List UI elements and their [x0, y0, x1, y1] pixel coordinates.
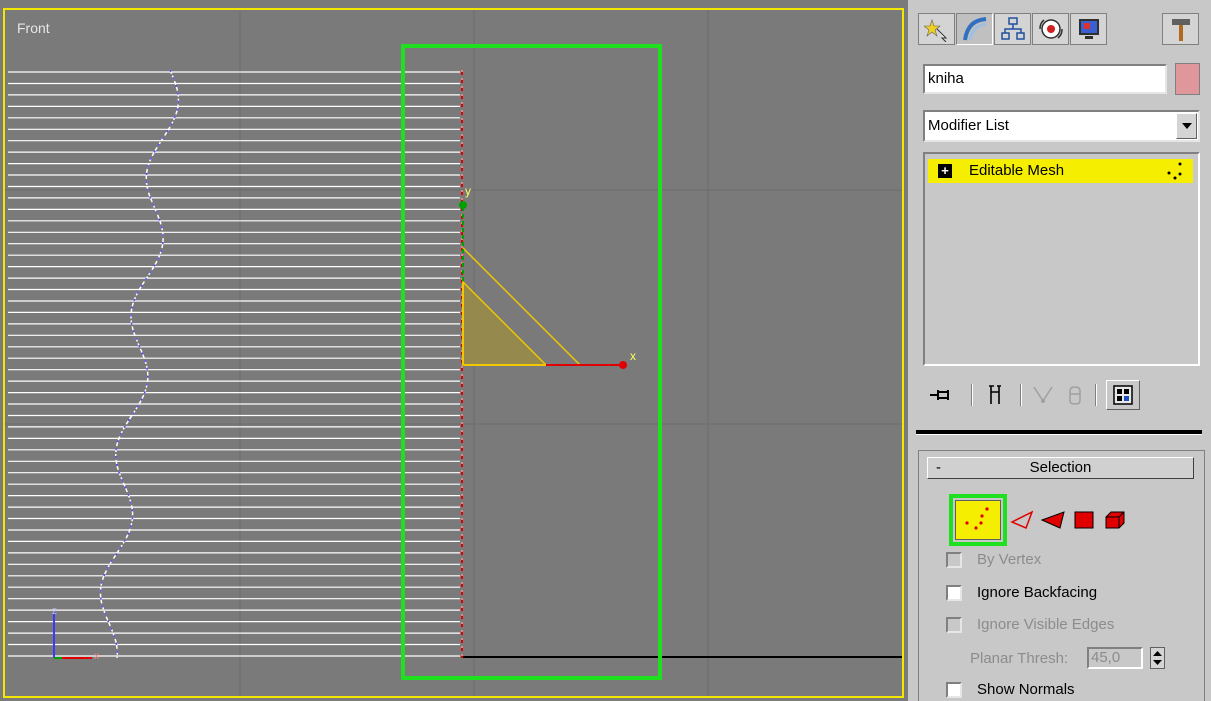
- planar-thresh-input[interactable]: 45,0: [1087, 647, 1143, 669]
- create-tab[interactable]: [918, 13, 955, 45]
- remove-modifier-icon[interactable]: [1063, 380, 1087, 410]
- stack-item-editable-mesh[interactable]: + Editable Mesh: [928, 159, 1193, 183]
- by-vertex-checkbox[interactable]: [946, 552, 962, 568]
- utilities-tab[interactable]: [1162, 13, 1199, 45]
- selection-rollout: - Selection By Vertex Ignore Backfacing …: [918, 450, 1205, 701]
- wavy-spine-curve: [99, 69, 180, 659]
- hammer-icon: [1171, 19, 1190, 41]
- gizmo-x-label: x: [630, 349, 636, 363]
- expand-icon[interactable]: +: [938, 164, 952, 178]
- vertex-dots-icon: [1167, 162, 1182, 180]
- rollout-title: Selection: [1029, 459, 1092, 476]
- axis-tripod-icon: z x: [52, 606, 99, 662]
- object-color-swatch[interactable]: [1175, 63, 1200, 95]
- display-icon: [1078, 19, 1099, 39]
- svg-text:x: x: [94, 651, 99, 662]
- show-end-result-icon[interactable]: [983, 380, 1007, 410]
- gizmo-y-label: y: [465, 184, 471, 198]
- configure-modifier-sets-icon[interactable]: [1106, 380, 1140, 410]
- modify-icon: [962, 17, 986, 41]
- vertex-icon: [965, 507, 989, 530]
- page-lines: [8, 71, 460, 657]
- motion-icon: [1038, 19, 1063, 39]
- by-vertex-label: By Vertex: [977, 551, 1042, 568]
- modify-tab[interactable]: [956, 13, 993, 45]
- show-normals-label: Show Normals: [977, 681, 1075, 698]
- stack-item-label: Editable Mesh: [969, 162, 1065, 179]
- ignore-backfacing-checkbox[interactable]: [946, 585, 962, 601]
- vertex-level-button[interactable]: [949, 494, 1007, 546]
- show-normals-checkbox[interactable]: [946, 682, 962, 698]
- modifier-list-label: Modifier List: [928, 117, 1009, 134]
- edge-icon: [1010, 510, 1034, 529]
- front-viewport[interactable]: x y z x Front: [0, 0, 908, 701]
- element-level-button[interactable]: [1102, 500, 1128, 540]
- face-level-button[interactable]: [1039, 500, 1067, 540]
- ignore-backfacing-label: Ignore Backfacing: [977, 584, 1098, 601]
- pin-stack-icon[interactable]: [928, 380, 958, 410]
- chevron-down-icon[interactable]: [1176, 113, 1197, 139]
- make-unique-icon[interactable]: [1031, 380, 1055, 410]
- ignore-visible-edges-checkbox[interactable]: [946, 617, 962, 633]
- ignore-visible-edges-label: Ignore Visible Edges: [977, 616, 1115, 633]
- modifier-stack-list[interactable]: + Editable Mesh: [923, 152, 1200, 366]
- viewport-scene[interactable]: x y z x: [0, 0, 908, 701]
- edge-level-button[interactable]: [1009, 500, 1035, 540]
- polygon-icon: [1074, 511, 1094, 529]
- planar-thresh-spinner[interactable]: [1150, 647, 1165, 669]
- polygon-level-button[interactable]: [1071, 500, 1097, 540]
- gizmo-plane-handle: [462, 280, 548, 366]
- motion-tab[interactable]: [1032, 13, 1069, 45]
- face-icon: [1040, 511, 1065, 529]
- planar-thresh-label: Planar Thresh:: [970, 650, 1069, 667]
- element-icon: [1105, 511, 1125, 529]
- command-panel: kniha Modifier List + Editable Mesh - Se…: [908, 0, 1211, 701]
- stack-toolbar: [923, 376, 1200, 416]
- create-icon: [923, 19, 947, 42]
- selection-rollout-header[interactable]: - Selection: [927, 457, 1194, 479]
- svg-text:z: z: [52, 606, 57, 617]
- hierarchy-tab[interactable]: [994, 13, 1031, 45]
- viewport-label[interactable]: Front: [17, 20, 50, 36]
- modifier-list-dropdown[interactable]: Modifier List: [923, 110, 1200, 142]
- display-tab[interactable]: [1070, 13, 1107, 45]
- panel-divider: [916, 430, 1202, 435]
- hierarchy-icon: [1000, 17, 1025, 40]
- object-name-field[interactable]: kniha: [923, 64, 1167, 94]
